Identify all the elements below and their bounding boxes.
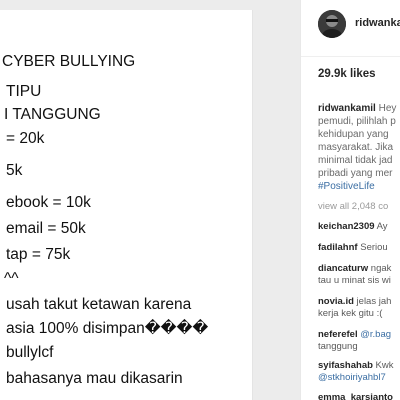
image-text-line: CYBER BULLYING bbox=[2, 53, 136, 70]
comment-text: Seriou bbox=[357, 242, 388, 253]
post-details-panel: ridwanka 29.9k likes ridwankamil Hey pem… bbox=[300, 0, 400, 400]
comment: diancaturw ngak tau u minat sis wi bbox=[318, 263, 391, 287]
comment-mention[interactable]: @stkhoiriyahbl7 bbox=[318, 372, 394, 384]
caption-text: kehidupan yang bbox=[318, 129, 389, 140]
image-text-line: bullylcf bbox=[6, 344, 54, 361]
post-caption: ridwankamil Hey pemudi, pilihlah p kehid… bbox=[318, 102, 400, 193]
comment-username[interactable]: diancaturw bbox=[318, 263, 368, 274]
image-text-line: asia 100% disimpan���� bbox=[6, 320, 209, 337]
comment: syifashahab Kwk @stkhoiriyahbl7 bbox=[318, 360, 394, 384]
post-image[interactable]: CYBER BULLYING TIPU I TANGGUNG = 20k 5k … bbox=[0, 10, 253, 400]
comment: fadilahnf Seriou bbox=[318, 242, 388, 254]
comment-text: Ay bbox=[374, 221, 388, 232]
comment-username[interactable]: neferefel bbox=[318, 329, 358, 340]
comment-text: Kwk bbox=[372, 360, 394, 371]
image-text-line: usah takut ketawan karena bbox=[6, 296, 192, 313]
caption-hashtag[interactable]: #PositiveLife bbox=[318, 180, 400, 193]
caption-text: Hey bbox=[375, 103, 397, 114]
image-text-line: ebook = 10k bbox=[6, 194, 91, 211]
view-all-comments-link[interactable]: view all 2,048 co bbox=[318, 201, 388, 212]
image-text-line: tap = 75k bbox=[6, 246, 71, 263]
comment-username[interactable]: syifashahab bbox=[318, 360, 373, 371]
post-author-username[interactable]: ridwanka bbox=[355, 17, 400, 29]
likes-count[interactable]: 29.9k likes bbox=[318, 68, 376, 80]
caption-text: pemudi, pilihlah p bbox=[318, 116, 396, 127]
image-text-line: I TANGGUNG bbox=[4, 106, 101, 123]
comment: neferefel @r.bag tanggung bbox=[318, 329, 391, 353]
comment-text: tanggung bbox=[318, 341, 358, 352]
comment-text: tau u minat sis wi bbox=[318, 275, 391, 286]
comment-text: ngak bbox=[368, 263, 392, 274]
comment-username[interactable]: novia.id bbox=[318, 296, 354, 307]
comment: novia.id jelas jah kerja kek gitu :( bbox=[318, 296, 391, 320]
comment-username[interactable]: fadilahnf bbox=[318, 242, 358, 253]
caption-text: masyarakat. Jika bbox=[318, 142, 394, 153]
image-text-line: email = 50k bbox=[6, 220, 86, 237]
comment-text: kerja kek gitu :( bbox=[318, 308, 383, 319]
comment: emma_karsianto bbox=[318, 392, 393, 400]
comment-username[interactable]: emma_karsianto bbox=[318, 392, 393, 400]
avatar[interactable] bbox=[318, 10, 346, 38]
comment-username[interactable]: keichan2309 bbox=[318, 221, 375, 232]
comment-text: jelas jah bbox=[353, 296, 392, 307]
image-text-line: = 20k bbox=[6, 130, 45, 147]
caption-text: minimal tidak jad bbox=[318, 155, 393, 166]
post-header: ridwanka bbox=[301, 0, 400, 57]
comment: keichan2309 Ay bbox=[318, 221, 388, 233]
image-text-line: TIPU bbox=[6, 83, 42, 100]
comment-mention[interactable]: @r.bag bbox=[360, 329, 391, 340]
caption-username[interactable]: ridwankamil bbox=[318, 103, 376, 114]
image-text-line: ^^ bbox=[4, 270, 19, 287]
image-text-line: 5k bbox=[6, 162, 23, 179]
image-text-line: bahasanya mau dikasarin bbox=[6, 370, 183, 387]
caption-text: pribadi yang mer bbox=[318, 168, 393, 179]
